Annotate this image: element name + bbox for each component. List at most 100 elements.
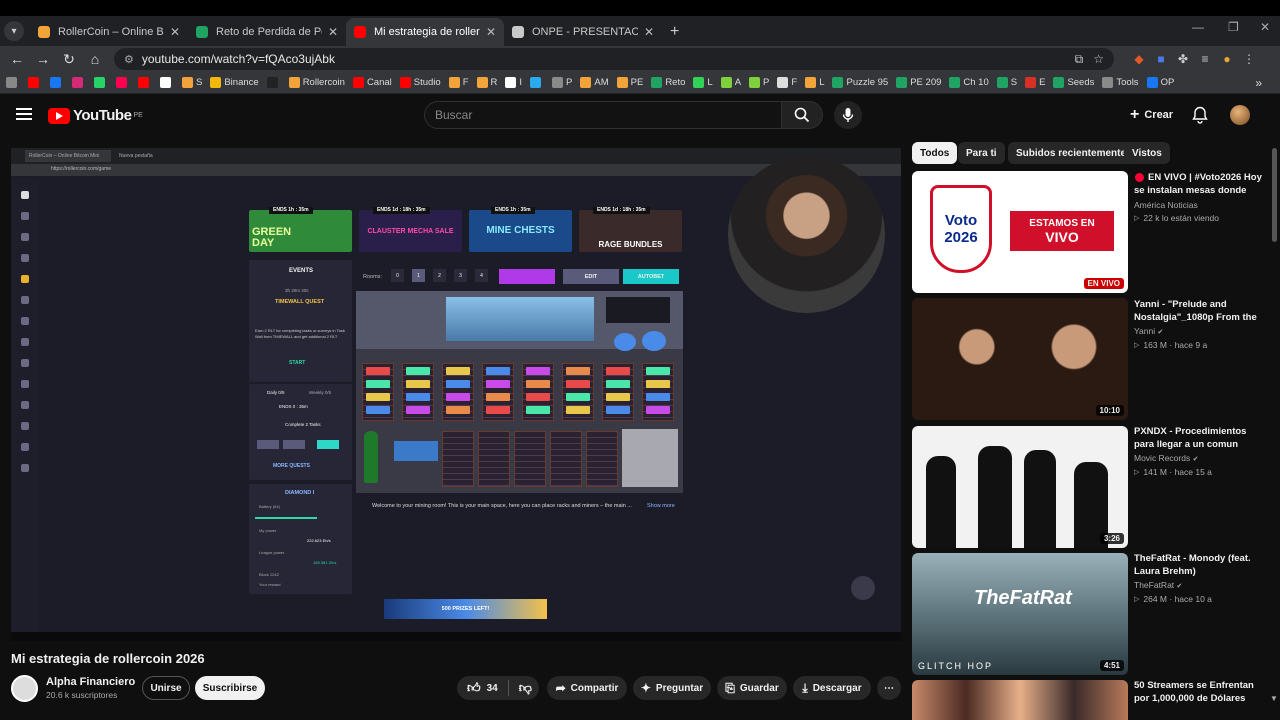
bookmark-item[interactable]: PE xyxy=(616,77,643,88)
reload-icon[interactable]: ↻ xyxy=(56,51,82,68)
back-icon[interactable]: ← xyxy=(4,51,30,67)
cast-icon[interactable]: ⧉ xyxy=(1075,52,1084,67)
tab-close-icon[interactable]: ✕ xyxy=(644,25,654,39)
scroll-down-icon[interactable]: ▼ xyxy=(1270,694,1278,703)
bookmarks-overflow-icon[interactable]: » xyxy=(1255,76,1262,90)
menu-hamburger-icon[interactable] xyxy=(16,108,32,120)
bookmark-item[interactable]: S xyxy=(182,77,202,88)
rec-title-3[interactable]: PXNDX - Procedimientos para llegar a un … xyxy=(1134,425,1262,451)
bookmark-item[interactable]: Canal xyxy=(352,77,392,88)
bookmark-item[interactable]: L xyxy=(805,77,824,88)
bookmark-item[interactable]: F xyxy=(777,77,797,88)
notifications-button[interactable] xyxy=(1192,106,1208,129)
channel-avatar[interactable] xyxy=(11,675,38,702)
bookmark-item[interactable] xyxy=(6,77,20,88)
bookmark-item[interactable]: S xyxy=(996,77,1017,88)
browser-tab-1[interactable]: RollerCoin – Online Bitcoin Mi ✕ xyxy=(30,18,188,46)
bookmark-item[interactable] xyxy=(138,77,152,88)
bookmark-item[interactable] xyxy=(160,77,174,88)
youtube-logo[interactable]: YouTube PE xyxy=(48,107,143,124)
bookmark-item[interactable] xyxy=(50,77,64,88)
search-input[interactable]: Buscar xyxy=(424,101,782,129)
like-icon[interactable]: 👍︎ xyxy=(467,680,481,696)
ask-button[interactable]: ✦ Preguntar xyxy=(633,676,711,700)
rec-thumbnail-4[interactable]: TheFatRat GLITCH HOP 4:51 xyxy=(912,553,1128,675)
profile-icon[interactable]: ● xyxy=(1216,52,1238,66)
rec-thumbnail-2[interactable]: 10:10 xyxy=(912,298,1128,420)
extensions-puzzle-icon[interactable]: ✤ xyxy=(1172,52,1194,66)
page-scrollbar[interactable] xyxy=(1272,148,1277,242)
bookmark-star-icon[interactable]: ☆ xyxy=(1093,52,1104,66)
rec-title-4[interactable]: TheFatRat - Monody (feat. Laura Brehm) xyxy=(1134,552,1262,578)
browser-menu-icon[interactable]: ⋮ xyxy=(1238,52,1260,66)
more-actions-button[interactable]: ⋯ xyxy=(877,676,901,700)
rec-channel-1[interactable]: América Noticias xyxy=(1134,200,1198,210)
filter-chip[interactable]: Subidos recientemente xyxy=(1008,142,1135,164)
bookmark-item[interactable]: Studio xyxy=(399,77,441,88)
tab-search-icon[interactable]: ▾ xyxy=(4,21,24,41)
forward-icon[interactable]: → xyxy=(30,51,56,67)
dislike-icon[interactable]: 👎︎ xyxy=(519,680,532,696)
bookmark-item[interactable]: Reto xyxy=(651,77,685,88)
rec-channel-2[interactable]: Yanni ✔ xyxy=(1134,326,1163,336)
bookmark-item[interactable]: I xyxy=(505,77,522,88)
home-icon[interactable]: ⌂ xyxy=(82,51,108,67)
bookmark-item[interactable]: AM xyxy=(580,77,609,88)
filter-chip[interactable]: Vistos xyxy=(1124,142,1170,164)
browser-tab-2[interactable]: Reto de Perdida de Peso - El M ✕ xyxy=(188,18,346,46)
user-avatar[interactable] xyxy=(1230,105,1250,125)
download-button[interactable]: ⤓ Descargar xyxy=(793,676,871,700)
tab-close-icon[interactable]: ✕ xyxy=(486,25,496,39)
share-button[interactable]: ➦ Compartir xyxy=(547,676,627,700)
bookmark-item[interactable]: A xyxy=(720,77,741,88)
subscribe-button[interactable]: Suscribirse xyxy=(195,676,265,700)
bookmark-item[interactable] xyxy=(72,77,86,88)
bookmark-item[interactable]: Binance xyxy=(210,77,259,88)
maximize-icon[interactable]: ❐ xyxy=(1228,20,1239,34)
bookmark-item[interactable]: L xyxy=(693,77,713,88)
rec-thumbnail-5[interactable] xyxy=(912,680,1128,720)
bookmark-item[interactable]: R xyxy=(476,77,497,88)
minimize-icon[interactable]: — xyxy=(1192,20,1204,34)
filter-chip[interactable]: Todos xyxy=(912,142,958,164)
tab-close-icon[interactable]: ✕ xyxy=(170,25,180,39)
close-window-icon[interactable]: ✕ xyxy=(1260,20,1270,34)
bookmark-item[interactable] xyxy=(94,77,108,88)
join-button[interactable]: Unirse xyxy=(142,676,190,700)
bookmark-item[interactable] xyxy=(266,77,281,88)
filter-chip[interactable]: Para ti xyxy=(958,142,1005,164)
search-button[interactable] xyxy=(781,101,823,129)
site-info-icon[interactable]: ⚙ xyxy=(124,53,134,66)
bookmark-item[interactable]: P xyxy=(749,77,769,88)
create-button[interactable]: + Crear xyxy=(1122,102,1181,128)
reading-list-icon[interactable]: ≡ xyxy=(1194,52,1216,66)
bookmark-item[interactable] xyxy=(28,77,42,88)
rec-thumbnail-1[interactable]: Voto 2026 ESTAMOS EN VIVO EN VIVO xyxy=(912,171,1128,293)
bookmark-item[interactable]: Puzzle 95 xyxy=(832,77,888,88)
channel-name[interactable]: Alpha Financiero xyxy=(46,676,135,688)
save-button[interactable]: ⎘ Guardar xyxy=(717,676,787,700)
address-bar[interactable]: ⚙ youtube.com/watch?v=fQAco3ujAbk ⧉ ☆ xyxy=(114,48,1114,70)
bookmark-item[interactable]: F xyxy=(448,77,469,88)
bookmark-item[interactable]: Ch 10 xyxy=(949,77,989,88)
video-player[interactable]: RollerCoin – Online Bitcoin Mini Nueva p… xyxy=(11,148,901,641)
rec-title-2[interactable]: Yanni - "Prelude and Nostalgia"_1080p Fr… xyxy=(1134,298,1262,324)
rec-channel-3[interactable]: Movic Records ✔ xyxy=(1134,453,1198,463)
rec-title-5[interactable]: 50 Streamers se Enfrentan por 1,000,000 … xyxy=(1134,679,1262,705)
bookmark-item[interactable]: E xyxy=(1025,77,1045,88)
rec-channel-4[interactable]: TheFatRat ✔ xyxy=(1134,580,1182,590)
tab-close-icon[interactable]: ✕ xyxy=(328,25,338,39)
rec-title-1[interactable]: EN VIVO | #Voto2026 Hoy se instalan mesa… xyxy=(1134,171,1262,197)
rec-thumbnail-3[interactable]: 3:26 xyxy=(912,426,1128,548)
browser-tab-3[interactable]: Mi estrategia de rollercoin 2026 ✕ xyxy=(346,18,504,46)
extension-fox-icon[interactable]: ◆ xyxy=(1128,52,1150,66)
bookmark-item[interactable]: P xyxy=(552,77,572,88)
like-count[interactable]: 34 xyxy=(487,683,498,694)
bookmark-item[interactable] xyxy=(530,77,544,88)
browser-tab-4[interactable]: ONPE - PRESENTACIÓN DE RES ✕ xyxy=(504,18,662,46)
new-tab-icon[interactable]: + xyxy=(670,23,679,41)
extension-shield-icon[interactable]: ■ xyxy=(1150,52,1172,66)
bookmark-item[interactable]: PE 209 xyxy=(896,77,941,88)
bookmark-item[interactable]: Seeds xyxy=(1053,77,1094,88)
bookmark-item[interactable] xyxy=(116,77,130,88)
